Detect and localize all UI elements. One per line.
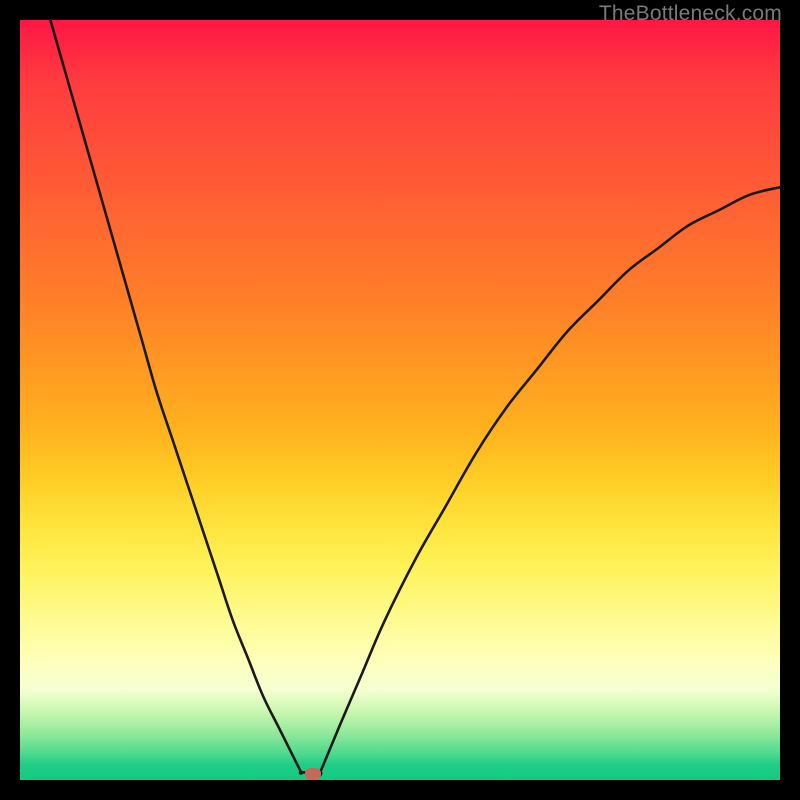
curve-path: [50, 20, 780, 776]
plot-area: [20, 20, 780, 780]
optimal-marker: [305, 768, 321, 780]
chart-frame: TheBottleneck.com: [0, 0, 800, 800]
bottleneck-curve: [20, 20, 780, 780]
